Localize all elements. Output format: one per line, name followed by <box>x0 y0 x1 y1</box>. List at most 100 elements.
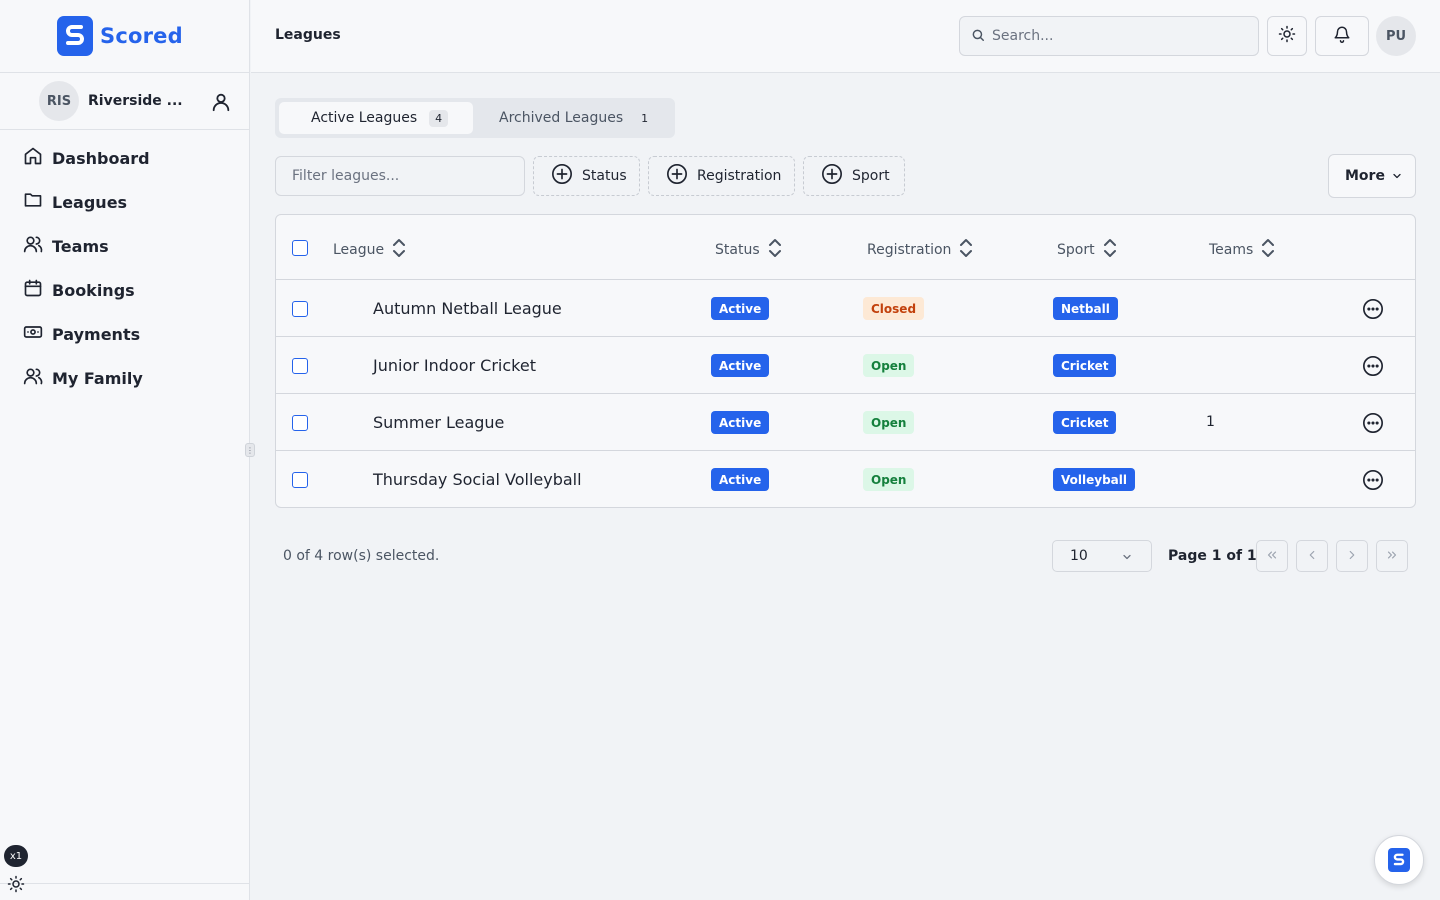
search-icon <box>971 27 985 46</box>
sport-badge: Volleyball <box>1053 468 1135 491</box>
column-label: Sport <box>1057 242 1095 258</box>
club-switcher[interactable]: RIS Riverside ... <box>0 73 249 130</box>
page-size-select[interactable]: 10 <box>1052 540 1152 572</box>
sun-icon[interactable] <box>7 875 25 897</box>
column-label: Registration <box>867 242 952 258</box>
league-name[interactable]: Thursday Social Volleyball <box>373 470 582 489</box>
facet-label: Status <box>582 168 627 184</box>
row-checkbox[interactable] <box>292 358 308 374</box>
table-row[interactable]: Thursday Social Volleyball Active Open V… <box>276 451 1415 507</box>
previous-page-button[interactable] <box>1296 540 1328 572</box>
table-row[interactable]: Summer League Active Open Cricket 1 <box>276 394 1415 451</box>
sidebar-item-label: Payments <box>52 324 141 344</box>
chevron-down-icon <box>1391 167 1403 186</box>
row-checkbox[interactable] <box>292 415 308 431</box>
first-page-button[interactable] <box>1256 540 1288 572</box>
scored-logo-icon <box>1388 848 1410 872</box>
league-name[interactable]: Summer League <box>373 413 504 432</box>
chevrons-left-icon <box>1265 547 1279 566</box>
column-header-teams[interactable]: Teams <box>1209 238 1275 262</box>
sidebar-item-my-family[interactable]: My Family <box>0 356 249 400</box>
sport-badge: Cricket <box>1053 411 1117 434</box>
search-box[interactable] <box>959 16 1259 56</box>
column-header-sport[interactable]: Sport <box>1057 238 1117 262</box>
search-input[interactable] <box>992 28 1242 44</box>
notifications-button[interactable] <box>1315 16 1369 56</box>
status-filter-button[interactable]: Status <box>533 156 640 196</box>
sidebar-item-label: Bookings <box>52 280 135 300</box>
tab-active-leagues[interactable]: Active Leagues 4 <box>279 102 473 134</box>
theme-toggle-button[interactable] <box>1267 16 1307 56</box>
sort-icon <box>951 238 973 262</box>
page-info: Page 1 of 1 <box>1168 548 1257 564</box>
brand[interactable]: Scored <box>0 0 249 73</box>
sport-badge: Netball <box>1053 297 1118 320</box>
registration-badge: Open <box>863 354 915 377</box>
sidebar-item-dashboard[interactable]: Dashboard <box>0 136 249 180</box>
scored-logo-icon <box>57 16 93 56</box>
sidebar-resize-handle[interactable]: ⋮ <box>245 443 255 457</box>
league-name[interactable]: Autumn Netball League <box>373 299 562 318</box>
sidebar-item-teams[interactable]: Teams <box>0 224 249 268</box>
page-size-value: 10 <box>1070 548 1088 564</box>
top-header: Leagues PU <box>251 0 1440 73</box>
sort-icon <box>384 238 406 262</box>
row-checkbox[interactable] <box>292 472 308 488</box>
tab-label: Archived Leagues <box>499 110 624 126</box>
select-all-checkbox[interactable] <box>292 240 308 256</box>
chevron-right-icon <box>1345 547 1359 566</box>
tab-label: Active Leagues <box>311 110 418 126</box>
status-badge: Active <box>711 297 770 320</box>
sidebar-item-payments[interactable]: Payments <box>0 312 249 356</box>
row-checkbox[interactable] <box>292 301 308 317</box>
registration-filter-button[interactable]: Registration <box>648 156 795 196</box>
tab-count-badge: 1 <box>641 111 649 125</box>
row-actions-icon[interactable] <box>1362 355 1384 381</box>
column-label: Status <box>715 242 760 258</box>
sidebar-item-label: Leagues <box>52 192 128 212</box>
last-page-button[interactable] <box>1376 540 1408 572</box>
more-button[interactable]: More <box>1328 154 1416 198</box>
calendar-icon <box>23 278 43 302</box>
sidebar-nav: Dashboard Leagues Teams Bookings Payment… <box>0 130 249 400</box>
users-icon <box>23 234 43 258</box>
help-widget-button[interactable] <box>1374 835 1424 885</box>
page-title: Leagues <box>275 27 341 43</box>
facet-label: Sport <box>852 168 890 184</box>
table-header: League Status Registration Sport Teams <box>276 215 1415 280</box>
facet-label: Registration <box>697 168 782 184</box>
column-label: League <box>333 242 385 258</box>
column-header-registration[interactable]: Registration <box>867 238 973 262</box>
row-selection-status: 0 of 4 row(s) selected. <box>283 548 440 564</box>
filter-leagues-input[interactable] <box>275 156 525 196</box>
sidebar-item-leagues[interactable]: Leagues <box>0 180 249 224</box>
sidebar-item-label: My Family <box>52 368 143 388</box>
sort-icon <box>1253 238 1275 262</box>
sort-icon <box>1095 238 1117 262</box>
brand-name: Scored <box>100 24 183 48</box>
user-icon[interactable] <box>210 91 232 117</box>
table-row[interactable]: Autumn Netball League Active Closed Netb… <box>276 280 1415 337</box>
more-label: More <box>1345 168 1385 184</box>
registration-badge: Closed <box>863 297 925 320</box>
row-actions-icon[interactable] <box>1362 298 1384 324</box>
folder-icon <box>23 190 43 214</box>
column-header-league[interactable]: League <box>333 238 406 262</box>
league-name[interactable]: Junior Indoor Cricket <box>373 356 536 375</box>
table-row[interactable]: Junior Indoor Cricket Active Open Cricke… <box>276 337 1415 394</box>
next-page-button[interactable] <box>1336 540 1368 572</box>
status-badge: Active <box>711 411 770 434</box>
row-actions-icon[interactable] <box>1362 469 1384 495</box>
league-tabs: Active Leagues 4 Archived Leagues 1 <box>275 98 675 138</box>
sun-icon <box>1278 25 1296 47</box>
tab-archived-leagues[interactable]: Archived Leagues 1 <box>499 102 654 134</box>
column-header-status[interactable]: Status <box>715 238 782 262</box>
zoom-badge[interactable]: x1 <box>4 845 28 867</box>
sort-icon <box>760 238 782 262</box>
sidebar-item-bookings[interactable]: Bookings <box>0 268 249 312</box>
sport-filter-button[interactable]: Sport <box>803 156 905 196</box>
user-avatar[interactable]: PU <box>1376 16 1416 56</box>
chevron-left-icon <box>1305 547 1319 566</box>
sidebar: Scored RIS Riverside ... Dashboard Leagu… <box>0 0 250 900</box>
row-actions-icon[interactable] <box>1362 412 1384 438</box>
